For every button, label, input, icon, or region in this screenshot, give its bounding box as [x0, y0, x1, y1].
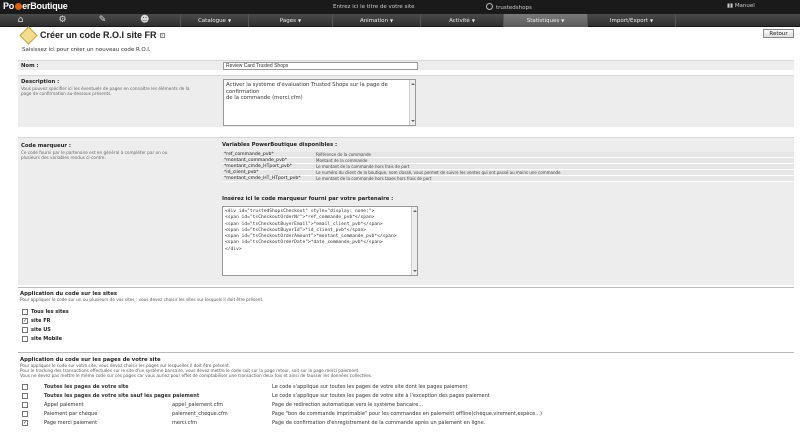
- home-icon[interactable]: ⌂: [16, 16, 25, 25]
- variables-title: Variables PowerBoutique disponibles :: [222, 142, 338, 148]
- manual-link[interactable]: ▮▮ Manuel: [727, 3, 755, 9]
- pages-section-help: Vous ne devez pas mettre le même code su…: [20, 373, 373, 378]
- power-icon: [486, 3, 493, 10]
- checkbox-label: site FR: [31, 318, 51, 324]
- site-us-checkbox[interactable]: [22, 327, 28, 333]
- top-bar: Po erBoutique Entrez ici le titre de votr…: [0, 0, 800, 14]
- intro-text: Saisissez ici pour créer un nouveau code…: [22, 47, 151, 53]
- all-pages-checkbox[interactable]: [22, 384, 28, 390]
- tracking-code-label: Code marqueur :: [21, 143, 71, 149]
- all-sites-checkbox[interactable]: [22, 309, 28, 315]
- page-description: Le code s'applique sur toutes les pages …: [272, 393, 490, 399]
- page-file: appel_paiement.cfm: [172, 402, 224, 408]
- tracking-code-help: Ce code fourni par le partenaire est en …: [21, 150, 168, 160]
- checkbox-label: Tous les sites: [31, 309, 69, 315]
- name-input[interactable]: [223, 62, 418, 70]
- checkbox-label: site US: [31, 327, 51, 333]
- all-pages-except-payment-checkbox[interactable]: [22, 393, 28, 399]
- site-title: Entrez ici le titre de votre site: [333, 4, 415, 10]
- page-description: Page de redirection automatique vers le …: [272, 402, 424, 408]
- shop-name[interactable]: trustedshops: [486, 3, 532, 11]
- page-label: Toutes les pages de votre site: [44, 384, 129, 390]
- page-description: Page "bon de commande imprimable" pour l…: [272, 411, 542, 417]
- page-label: Page merci paiement: [44, 420, 98, 426]
- book-icon: ▮▮: [727, 3, 734, 9]
- sites-section-help: Pour appliquer le code sur un ou plusieu…: [20, 297, 264, 302]
- page-description: Le code s'applique sur toutes les pages …: [272, 384, 468, 390]
- description-label: Description :: [21, 79, 60, 85]
- divider: [18, 352, 794, 353]
- page-label: Toutes les pages de votre site sauf les …: [44, 393, 200, 399]
- appel-paiement-checkbox[interactable]: [22, 402, 28, 408]
- scrollbar[interactable]: [411, 207, 417, 275]
- gear-icon[interactable]: ⚙: [58, 16, 67, 25]
- menu-pages[interactable]: Pages ▼: [248, 14, 332, 27]
- merci-paiement-checkbox[interactable]: ✓: [22, 420, 28, 426]
- menu-animation[interactable]: Animation ▼: [332, 14, 420, 27]
- name-row: Nom :: [18, 60, 794, 70]
- page-title: Créer un code R.O.I site FR?: [40, 30, 165, 40]
- checkbox-label: site Mobile: [31, 336, 63, 342]
- page-file: paiement_cheque.cfm: [172, 411, 228, 417]
- page-description: Page de confirmation d'enregistrement de…: [272, 420, 486, 426]
- page-file: merci.cfm: [172, 420, 197, 426]
- help-icon[interactable]: ?: [159, 33, 165, 38]
- description-textarea[interactable]: Activer la système d'évaluation Trusted …: [223, 79, 416, 126]
- page-label: Appel paiement: [44, 402, 84, 408]
- tracking-code-textarea[interactable]: <div id="trustedShopsCheckout" style="di…: [222, 206, 418, 276]
- tools-icon[interactable]: ✎: [98, 16, 107, 25]
- users-icon[interactable]: ☻: [140, 16, 149, 25]
- insert-code-title: Insérez ici le code marqueur fourni par …: [222, 196, 394, 202]
- divider: [18, 287, 794, 288]
- page-label: Paiement par chèque: [44, 411, 98, 417]
- site-fr-checkbox[interactable]: ✓: [22, 318, 28, 324]
- menu-activite[interactable]: Activité ▼: [420, 14, 503, 27]
- menu-statistiques[interactable]: Statistiques ▼: [503, 14, 587, 27]
- site-mobile-checkbox[interactable]: [22, 336, 28, 342]
- roi-code-icon: [19, 26, 38, 45]
- description-row: Description : Vous pouvez spécifier ici …: [18, 75, 794, 127]
- main-menu: ⌂ ⚙ ✎ ☻ Catalogue ▼ Pages ▼ Animation ▼ Act…: [0, 14, 800, 27]
- menu-import-export[interactable]: Import/Export ▼: [587, 14, 676, 27]
- name-label: Nom :: [21, 63, 39, 69]
- menu-catalogue[interactable]: Catalogue ▼: [180, 14, 248, 27]
- paiement-cheque-checkbox[interactable]: [22, 411, 28, 417]
- back-button[interactable]: Retour: [763, 29, 794, 38]
- description-help: Vous pouvez spécifier ici les éventuels …: [21, 86, 190, 96]
- powerboutique-logo[interactable]: Po erBoutique: [3, 1, 68, 11]
- scrollbar[interactable]: [409, 80, 415, 125]
- variable-row: *montant_cmde_HT_HTport_pvb* Le montant d…: [222, 176, 794, 182]
